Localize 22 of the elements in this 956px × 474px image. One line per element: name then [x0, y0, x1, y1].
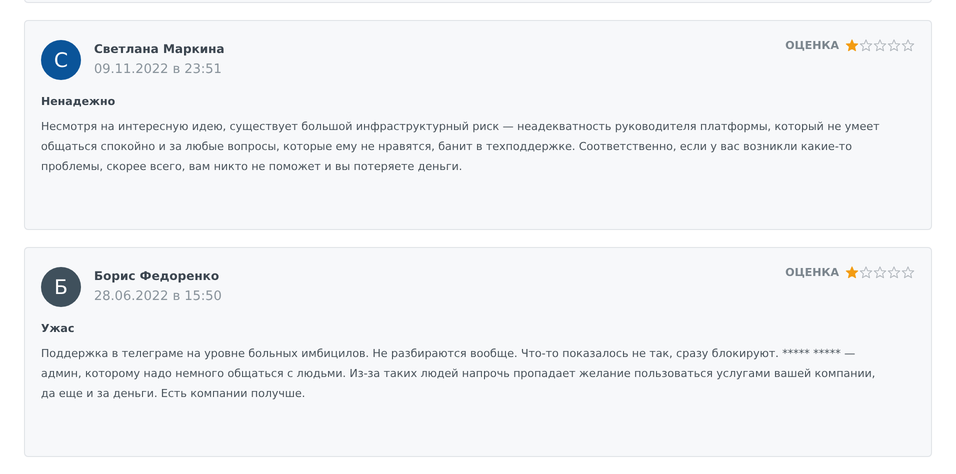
rating-label: ОЦЕНКА [785, 266, 839, 279]
star-icon [845, 39, 859, 52]
author-name: Борис Федоренко [94, 269, 220, 283]
review-text: Несмотря на интересную идею, существует большой инфраструктурный риск — неадекватность руководителя платформы, который не умеет общаться спокойно и за любые вопросы, которые ему не нравятся, банит в техподдержке. Соответственно, если у вас возникли какие-то проблемы, скорее всего, вам никто не поможет и вы потеряете деньги. [41, 119, 881, 175]
star-icon [845, 266, 859, 279]
star-icon [901, 266, 915, 279]
star-icon [901, 39, 915, 52]
review-date: 09.11.2022 в 23:51 [94, 62, 223, 77]
review-text: Поддержка в телеграме на уровне больных имбицилов. Не разбираются вообще. Что-то показалось не так, сразу блокируют. ***** ***** — админ, которому надо немного общаться с людьми. Из-за таких людей напрочь пропадает желание пользоваться услугами вашей компании, да еще и за деньги. Есть компании получше. [41, 346, 876, 402]
review-date: 28.06.2022 в 15:50 [94, 289, 222, 304]
review-title: Ужас [41, 322, 76, 335]
author-name: Светлана Маркина [94, 42, 225, 56]
star-icon [887, 39, 901, 52]
star-icon [859, 266, 873, 279]
star-icon [873, 39, 887, 52]
star-icon [859, 39, 873, 52]
star-icon [873, 266, 887, 279]
avatar: С [41, 40, 81, 80]
star-icon [887, 266, 901, 279]
rating-label: ОЦЕНКА [785, 39, 839, 52]
avatar: Б [41, 267, 81, 307]
review-title: Ненадежно [41, 95, 116, 108]
